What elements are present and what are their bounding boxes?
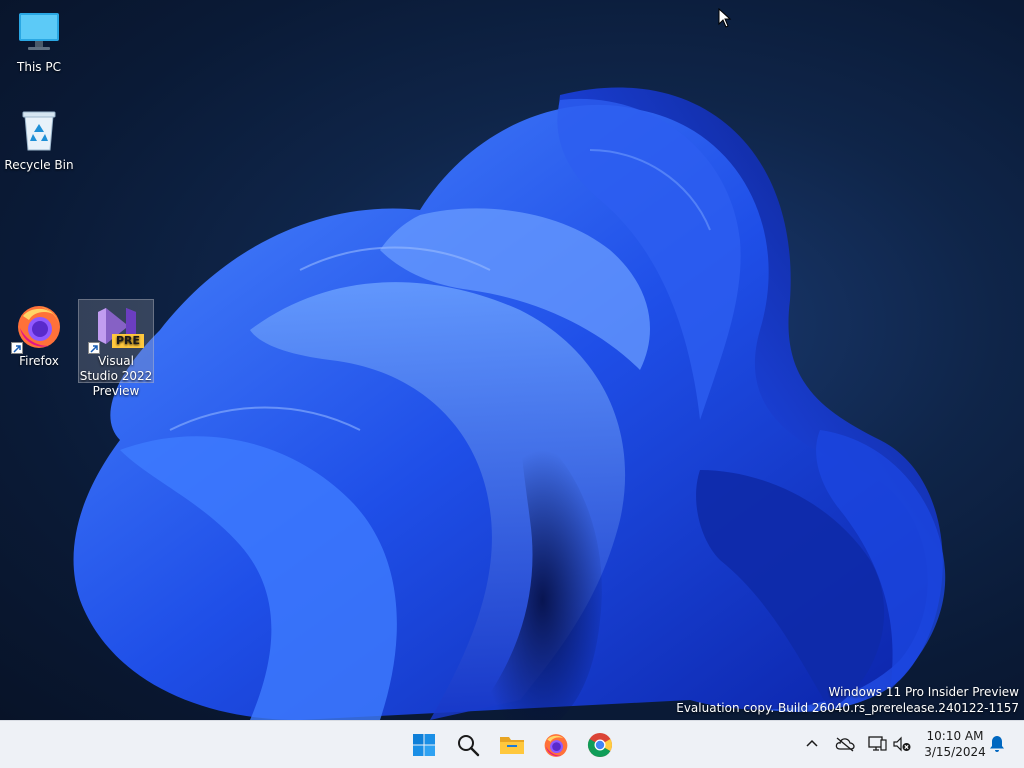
notifications-button[interactable] bbox=[986, 733, 1008, 755]
volume-button[interactable] bbox=[891, 733, 913, 755]
clock[interactable]: 10:10 AM 3/15/2024 bbox=[918, 728, 992, 760]
onedrive-button[interactable] bbox=[834, 733, 856, 755]
desktop-icon-visual-studio[interactable]: PRE Visual Studio 2022 Preview bbox=[78, 299, 154, 398]
visual-studio-preview-icon: PRE bbox=[88, 302, 144, 354]
taskbar-file-explorer[interactable] bbox=[494, 727, 530, 763]
onedrive-icon bbox=[835, 737, 855, 752]
recycle-bin-icon bbox=[15, 106, 63, 154]
taskbar-firefox[interactable] bbox=[538, 727, 574, 763]
search-button[interactable] bbox=[450, 727, 486, 763]
mouse-cursor-icon bbox=[718, 8, 732, 28]
volume-muted-icon bbox=[893, 736, 911, 752]
desktop-icon-label: This PC bbox=[17, 60, 61, 74]
desktop-icon-label: Recycle Bin bbox=[4, 158, 74, 172]
start-button[interactable] bbox=[406, 727, 442, 763]
search-icon bbox=[458, 735, 480, 757]
desktop-icon-recycle-bin[interactable]: Recycle Bin bbox=[1, 104, 77, 177]
taskbar-chrome[interactable] bbox=[582, 727, 618, 763]
taskbar: 10:10 AM 3/15/2024 bbox=[0, 720, 1024, 768]
watermark-line-1: Windows 11 Pro Insider Preview bbox=[828, 685, 1019, 699]
network-button[interactable] bbox=[866, 733, 888, 755]
chevron-up-icon bbox=[806, 739, 818, 747]
desktop-icon-this-pc[interactable]: This PC bbox=[1, 6, 77, 79]
firefox-icon bbox=[11, 302, 63, 354]
shortcut-arrow-icon bbox=[88, 342, 100, 354]
computer-icon bbox=[15, 8, 63, 56]
shortcut-arrow-icon bbox=[11, 342, 23, 354]
desktop[interactable]: This PC Recycle Bin Firefox PRE Visual S… bbox=[0, 0, 1024, 720]
network-icon bbox=[868, 736, 887, 751]
firefox-icon bbox=[544, 734, 568, 757]
desktop-icon-firefox[interactable]: Firefox bbox=[1, 300, 77, 373]
show-hidden-icons-button[interactable] bbox=[801, 733, 823, 755]
preview-badge: PRE bbox=[111, 334, 144, 348]
clock-date: 3/15/2024 bbox=[924, 745, 986, 759]
chrome-icon bbox=[587, 733, 612, 757]
clock-time: 10:10 AM bbox=[926, 729, 984, 743]
windows-start-icon bbox=[413, 734, 435, 756]
watermark-line-2: Evaluation copy. Build 26040.rs_prerelea… bbox=[676, 701, 1019, 715]
build-watermark: Windows 11 Pro Insider Preview Evaluatio… bbox=[676, 684, 1019, 716]
desktop-icon-label: Firefox bbox=[19, 354, 59, 368]
desktop-icon-label: Visual Studio 2022 Preview bbox=[79, 354, 153, 398]
bell-icon bbox=[990, 736, 1004, 752]
folder-icon bbox=[500, 737, 524, 754]
